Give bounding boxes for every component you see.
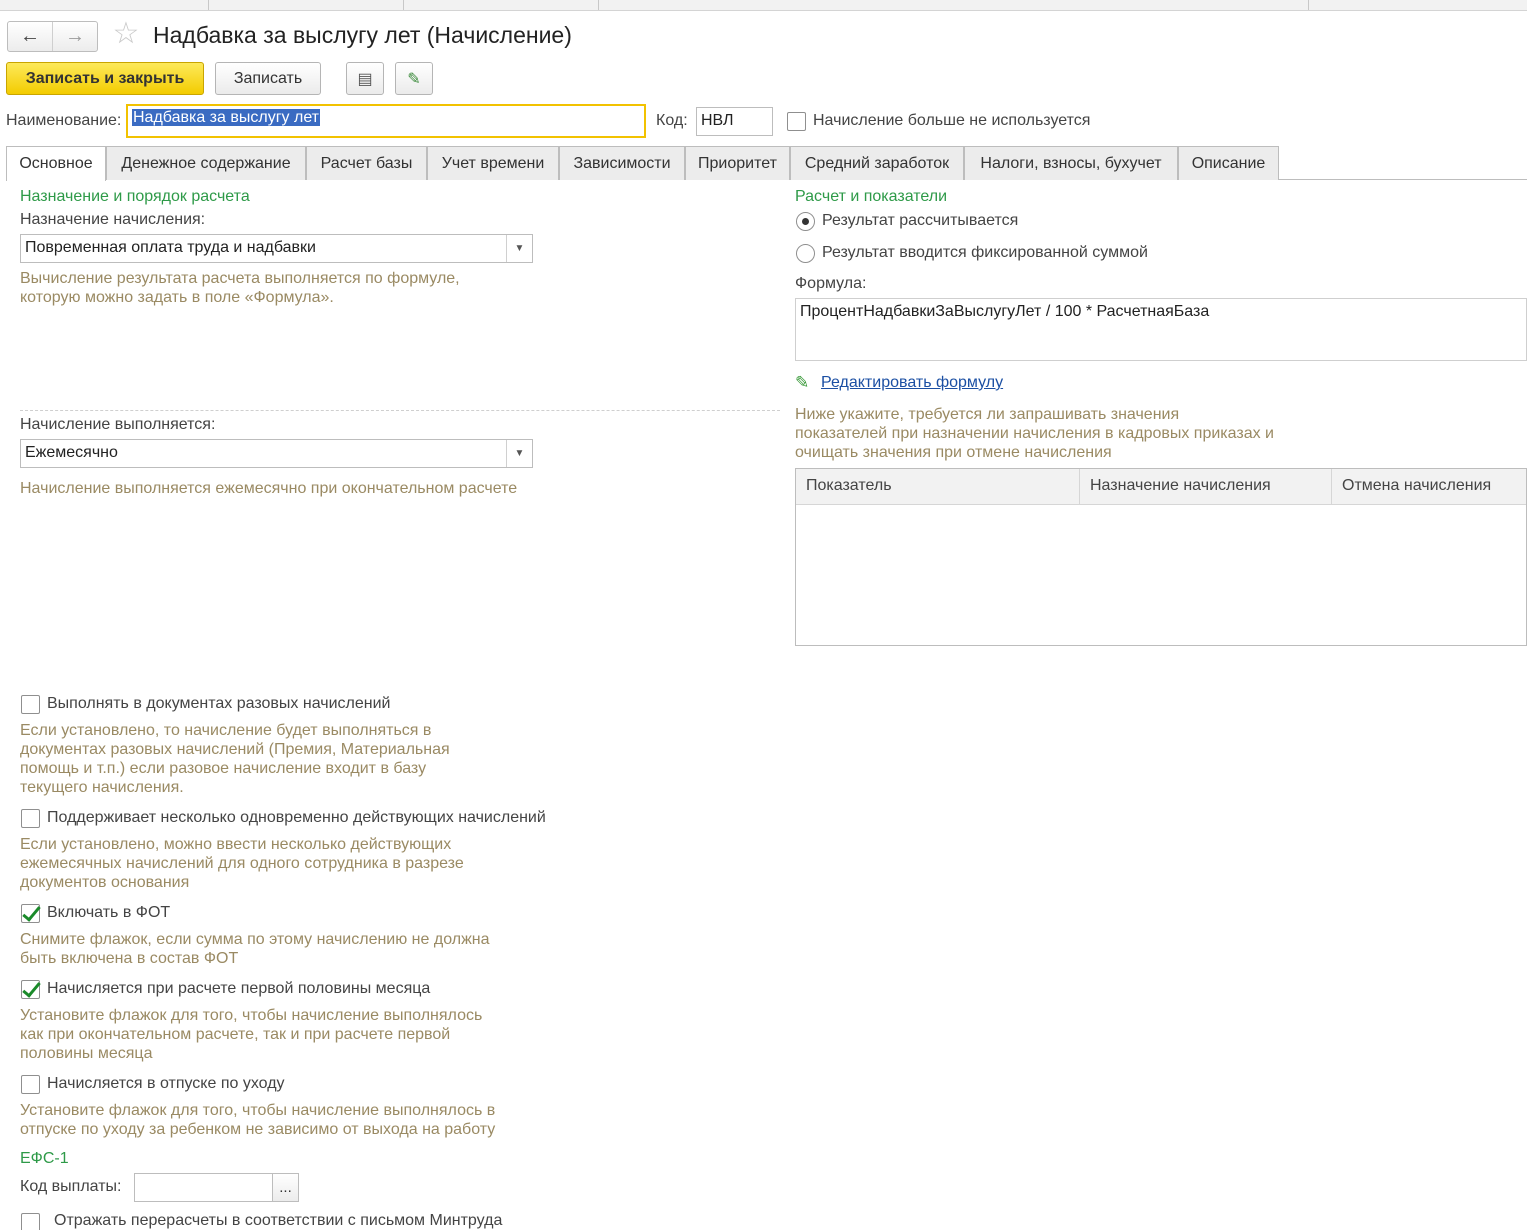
- mintrud-recalc-checkbox[interactable]: [21, 1213, 40, 1230]
- save-and-close-button[interactable]: Записать и закрыть: [6, 62, 204, 95]
- chevron-down-icon[interactable]: ▼: [506, 440, 532, 467]
- multiple-accruals-label: Поддерживает несколько одновременно дейс…: [47, 809, 546, 826]
- unused-checkbox[interactable]: [787, 112, 806, 131]
- period-select-value: Ежемесячно: [25, 444, 118, 461]
- result-calculated-label: Результат рассчитывается: [822, 212, 1019, 229]
- include-fot-label: Включать в ФОТ: [47, 904, 171, 921]
- window-top-strip: [0, 0, 1527, 11]
- strip-separator: [403, 0, 404, 10]
- table-header: Показатель Назначение начисления Отмена …: [796, 469, 1526, 505]
- calc-section-title: Расчет и показатели: [795, 188, 948, 205]
- tab-main[interactable]: Основное: [6, 146, 106, 181]
- one-time-accruals-label: Выполнять в документах разовых начислени…: [47, 695, 391, 712]
- strip-separator: [598, 0, 599, 10]
- tab-average-earnings[interactable]: Средний заработок: [790, 146, 964, 180]
- name-input[interactable]: Надбавка за выслугу лет: [126, 104, 646, 138]
- pencil-icon: ✎: [795, 373, 810, 392]
- favorite-star-icon[interactable]: ☆: [110, 18, 142, 50]
- period-label: Начисление выполняется:: [20, 416, 216, 433]
- tab-description[interactable]: Описание: [1178, 146, 1279, 180]
- result-calculated-radio[interactable]: [796, 212, 815, 231]
- strip-separator: [1308, 0, 1309, 10]
- chevron-down-icon[interactable]: ▼: [506, 235, 532, 262]
- purpose-section-title: Назначение и порядок расчета: [20, 188, 250, 205]
- section-divider: [20, 410, 780, 411]
- indicators-hint: Ниже укажите, требуется ли запрашивать з…: [795, 406, 1274, 461]
- result-fixed-label: Результат вводится фиксированной суммой: [822, 244, 1148, 261]
- payment-code-label: Код выплаты:: [20, 1178, 122, 1195]
- first-half-month-label: Начисляется при расчете первой половины …: [47, 980, 431, 997]
- parental-leave-label: Начисляется в отпуске по уходу: [47, 1075, 285, 1092]
- page-title: Надбавка за выслугу лет (Начисление): [153, 22, 572, 48]
- parental-leave-hint: Установите флажок для того, чтобы начисл…: [20, 1102, 496, 1138]
- formula-field[interactable]: ПроцентНадбавкиЗаВыслугуЛет / 100 * Расч…: [795, 298, 1527, 361]
- tab-priority[interactable]: Приоритет: [685, 146, 790, 180]
- purpose-label: Назначение начисления:: [20, 211, 206, 228]
- payment-code-input[interactable]: [134, 1173, 274, 1202]
- unused-label: Начисление больше не используется: [813, 112, 1091, 129]
- mintrud-recalc-label: Отражать перерасчеты в соответствии с пи…: [54, 1212, 503, 1229]
- first-half-month-hint: Установите флажок для того, чтобы начисл…: [20, 1007, 483, 1062]
- one-time-accruals-hint: Если установлено, то начисление будет вы…: [20, 722, 450, 796]
- code-label: Код:: [656, 112, 688, 129]
- include-fot-checkbox[interactable]: [21, 904, 40, 923]
- period-hint: Начисление выполняется ежемесячно при ок…: [20, 480, 518, 497]
- efs-section-title: ЕФС-1: [20, 1150, 69, 1167]
- purpose-select[interactable]: Повременная оплата труда и надбавки ▼: [20, 234, 533, 263]
- tab-base-calculation[interactable]: Расчет базы: [306, 146, 427, 180]
- save-button[interactable]: Записать: [215, 62, 321, 95]
- name-input-value: Надбавка за выслугу лет: [132, 109, 321, 126]
- code-input[interactable]: НВЛ: [696, 107, 773, 136]
- include-fot-hint: Снимите флажок, если сумма по этому начи…: [20, 931, 490, 967]
- tab-taxes-accounting[interactable]: Налоги, взносы, бухучет: [964, 146, 1178, 180]
- first-half-month-checkbox[interactable]: [21, 980, 40, 999]
- column-header-assignment[interactable]: Назначение начисления: [1080, 469, 1332, 505]
- payment-code-select-button[interactable]: ...: [272, 1173, 299, 1202]
- edit-formula-link[interactable]: Редактировать формулу: [821, 374, 1003, 392]
- purpose-hint: Вычисление результата расчета выполняетс…: [20, 270, 460, 306]
- history-navigation: ← →: [7, 21, 98, 52]
- column-header-indicator[interactable]: Показатель: [796, 469, 1080, 505]
- edit-history-icon[interactable]: ✎: [395, 62, 433, 95]
- column-header-cancellation[interactable]: Отмена начисления: [1332, 469, 1527, 505]
- back-arrow-icon[interactable]: ←: [8, 22, 52, 51]
- forward-arrow-icon[interactable]: →: [52, 22, 97, 51]
- result-fixed-radio[interactable]: [796, 244, 815, 263]
- one-time-accruals-checkbox[interactable]: [21, 695, 40, 714]
- multiple-accruals-checkbox[interactable]: [21, 809, 40, 828]
- multiple-accruals-hint: Если установлено, можно ввести несколько…: [20, 836, 464, 891]
- tab-time-tracking[interactable]: Учет времени: [427, 146, 559, 180]
- strip-separator: [208, 0, 209, 10]
- formula-label: Формула:: [795, 275, 867, 292]
- purpose-select-value: Повременная оплата труда и надбавки: [25, 239, 316, 256]
- report-list-icon[interactable]: ▤: [346, 62, 384, 95]
- name-label: Наименование:: [6, 112, 122, 129]
- tab-bar: Основное Денежное содержание Расчет базы…: [6, 146, 1527, 181]
- period-select[interactable]: Ежемесячно ▼: [20, 439, 533, 468]
- indicators-table[interactable]: Показатель Назначение начисления Отмена …: [795, 468, 1527, 646]
- tab-monetary-allowance[interactable]: Денежное содержание: [106, 146, 306, 180]
- parental-leave-checkbox[interactable]: [21, 1075, 40, 1094]
- tab-dependencies[interactable]: Зависимости: [559, 146, 685, 180]
